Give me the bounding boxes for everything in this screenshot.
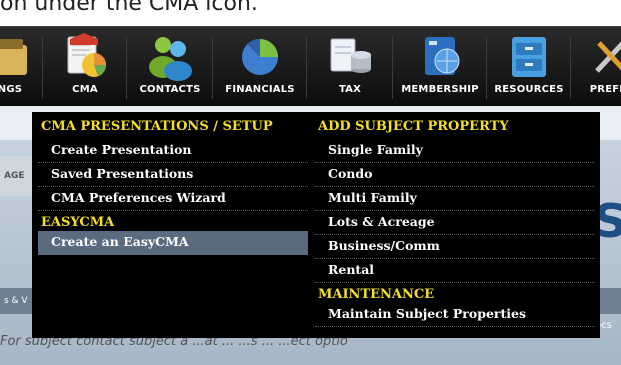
toolbar-item-preferences[interactable]: PREFER (572, 27, 621, 107)
toolbar-label: TAX (338, 84, 362, 95)
menu-item-create-easycma[interactable]: Create an EasyCMA (38, 231, 308, 255)
section-heading-add-subject-property: ADD SUBJECT PROPERTY (318, 119, 509, 134)
toolbar-label: FINANCIALS (225, 84, 295, 95)
toolbar-item-listings[interactable]: NGS (0, 27, 42, 107)
toolbar-item-financials[interactable]: FINANCIALS (214, 27, 306, 107)
section-heading-easycma: EASYCMA (41, 215, 115, 230)
toolbar-item-cma[interactable]: CMA (44, 27, 126, 107)
toolbar-item-tax[interactable]: TAX (308, 27, 392, 107)
menu-item-business-comm[interactable]: Business/Comm (315, 235, 595, 259)
dropdown-column-right: ADD SUBJECT PROPERTY Single Family Condo… (315, 112, 595, 327)
menu-item-single-family[interactable]: Single Family (315, 139, 595, 163)
resources-icon (512, 37, 546, 77)
cma-dropdown-menu: CMA PRESENTATIONS / SETUP Create Present… (32, 112, 600, 338)
toolbar-label: RESOURCES (494, 84, 564, 95)
menu-item-cma-preferences-wizard[interactable]: CMA Preferences Wizard (38, 187, 308, 211)
contacts-icon (149, 37, 192, 81)
menu-item-condo[interactable]: Condo (315, 163, 595, 187)
cma-icon (67, 33, 106, 77)
section-heading-maintenance: MAINTENANCE (318, 287, 435, 302)
toolbar-label: CMA (72, 84, 98, 95)
dropdown-column-left: CMA PRESENTATIONS / SETUP Create Present… (38, 112, 308, 255)
listings-icon (0, 39, 27, 75)
preferences-icon (595, 41, 621, 73)
financials-icon (242, 38, 278, 75)
toolbar-item-membership[interactable]: MEMBERSHIP (394, 27, 486, 107)
menu-item-maintain-subject-properties[interactable]: Maintain Subject Properties (315, 303, 595, 327)
toolbar-label: NGS (0, 84, 23, 95)
main-toolbar: NGS CMA CONTACTS FINANCIALS TAX MEMBERSH… (0, 26, 621, 107)
section-heading-cma-presentations: CMA PRESENTATIONS / SETUP (41, 119, 273, 134)
toolbar-item-contacts[interactable]: CONTACTS (128, 27, 212, 107)
membership-icon (425, 37, 460, 75)
toolbar-label: PREFER (589, 84, 621, 95)
menu-item-create-presentation[interactable]: Create Presentation (38, 139, 308, 163)
tax-icon (330, 38, 371, 73)
menu-item-saved-presentations[interactable]: Saved Presentations (38, 163, 308, 187)
menu-item-rental[interactable]: Rental (315, 259, 595, 283)
menu-item-lots-acreage[interactable]: Lots & Acreage (315, 211, 595, 235)
menu-item-multi-family[interactable]: Multi Family (315, 187, 595, 211)
toolbar-item-resources[interactable]: RESOURCES (488, 27, 570, 107)
page-caption: on under the CMA icon. (0, 0, 258, 16)
toolbar-label: MEMBERSHIP (401, 84, 479, 95)
toolbar-label: CONTACTS (139, 84, 201, 95)
